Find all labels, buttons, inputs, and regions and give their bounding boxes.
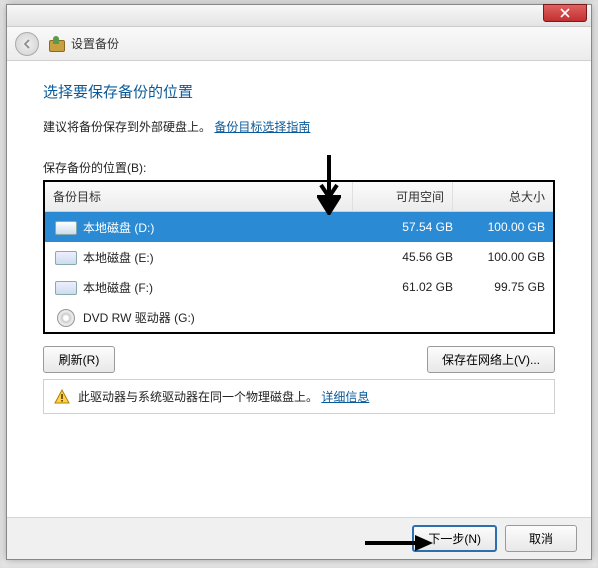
drive-name: 本地磁盘 (E:) <box>83 249 361 266</box>
next-button[interactable]: 下一步(N) <box>412 525 497 552</box>
drive-total-size: 100.00 GB <box>453 220 545 234</box>
button-row: 刷新(R) 保存在网络上(V)... <box>43 346 555 373</box>
warning-box: 此驱动器与系统驱动器在同一个物理磁盘上。 详细信息 <box>43 379 555 414</box>
warning-icon <box>54 389 70 405</box>
drive-total-size: 100.00 GB <box>453 250 545 264</box>
close-button[interactable] <box>543 4 587 22</box>
titlebar <box>7 5 591 27</box>
table-header: 备份目标 可用空间 总大小 <box>45 182 553 212</box>
content-area: 选择要保存备份的位置 建议将备份保存到外部硬盘上。 备份目标选择指南 保存备份的… <box>7 61 591 424</box>
col-header-total[interactable]: 总大小 <box>453 182 553 211</box>
drive-name: 本地磁盘 (F:) <box>83 279 361 296</box>
hard-disk-icon <box>53 248 77 266</box>
subtitle-text: 建议将备份保存到外部硬盘上。 <box>43 120 211 134</box>
section-label: 保存备份的位置(B): <box>43 159 555 176</box>
cancel-button[interactable]: 取消 <box>505 525 577 552</box>
warning-text: 此驱动器与系统驱动器在同一个物理磁盘上。 <box>78 390 318 404</box>
window-title: 设置备份 <box>71 35 119 52</box>
save-on-network-button[interactable]: 保存在网络上(V)... <box>427 346 555 373</box>
subtitle: 建议将备份保存到外部硬盘上。 备份目标选择指南 <box>43 118 555 135</box>
drive-row[interactable]: 本地磁盘 (D:)57.54 GB100.00 GB <box>45 212 553 242</box>
drive-free-space: 61.02 GB <box>361 280 453 294</box>
arrow-left-icon <box>21 38 33 50</box>
drive-free-space: 45.56 GB <box>361 250 453 264</box>
dvd-drive-icon <box>53 308 77 326</box>
backup-wizard-window: 设置备份 选择要保存备份的位置 建议将备份保存到外部硬盘上。 备份目标选择指南 … <box>6 4 592 560</box>
drive-row[interactable]: 本地磁盘 (E:)45.56 GB100.00 GB <box>45 242 553 272</box>
drive-free-space: 57.54 GB <box>361 220 453 234</box>
drive-row[interactable]: DVD RW 驱动器 (G:) <box>45 302 553 332</box>
page-heading: 选择要保存备份的位置 <box>43 81 555 102</box>
wizard-footer: 下一步(N) 取消 <box>7 517 591 559</box>
hard-disk-icon <box>53 218 77 236</box>
col-header-target[interactable]: 备份目标 <box>45 182 353 211</box>
drive-name: 本地磁盘 (D:) <box>83 219 361 236</box>
guide-link[interactable]: 备份目标选择指南 <box>214 120 310 134</box>
drive-row[interactable]: 本地磁盘 (F:)61.02 GB99.75 GB <box>45 272 553 302</box>
drive-table: 备份目标 可用空间 总大小 本地磁盘 (D:)57.54 GB100.00 GB… <box>43 180 555 334</box>
backup-icon <box>47 36 65 52</box>
drive-name: DVD RW 驱动器 (G:) <box>83 309 361 326</box>
close-icon <box>560 8 570 18</box>
warning-details-link[interactable]: 详细信息 <box>321 390 369 404</box>
col-header-free[interactable]: 可用空间 <box>353 182 453 211</box>
wizard-header: 设置备份 <box>7 27 591 61</box>
hard-disk-icon <box>53 278 77 296</box>
refresh-button[interactable]: 刷新(R) <box>43 346 115 373</box>
drive-total-size: 99.75 GB <box>453 280 545 294</box>
back-button[interactable] <box>15 32 39 56</box>
